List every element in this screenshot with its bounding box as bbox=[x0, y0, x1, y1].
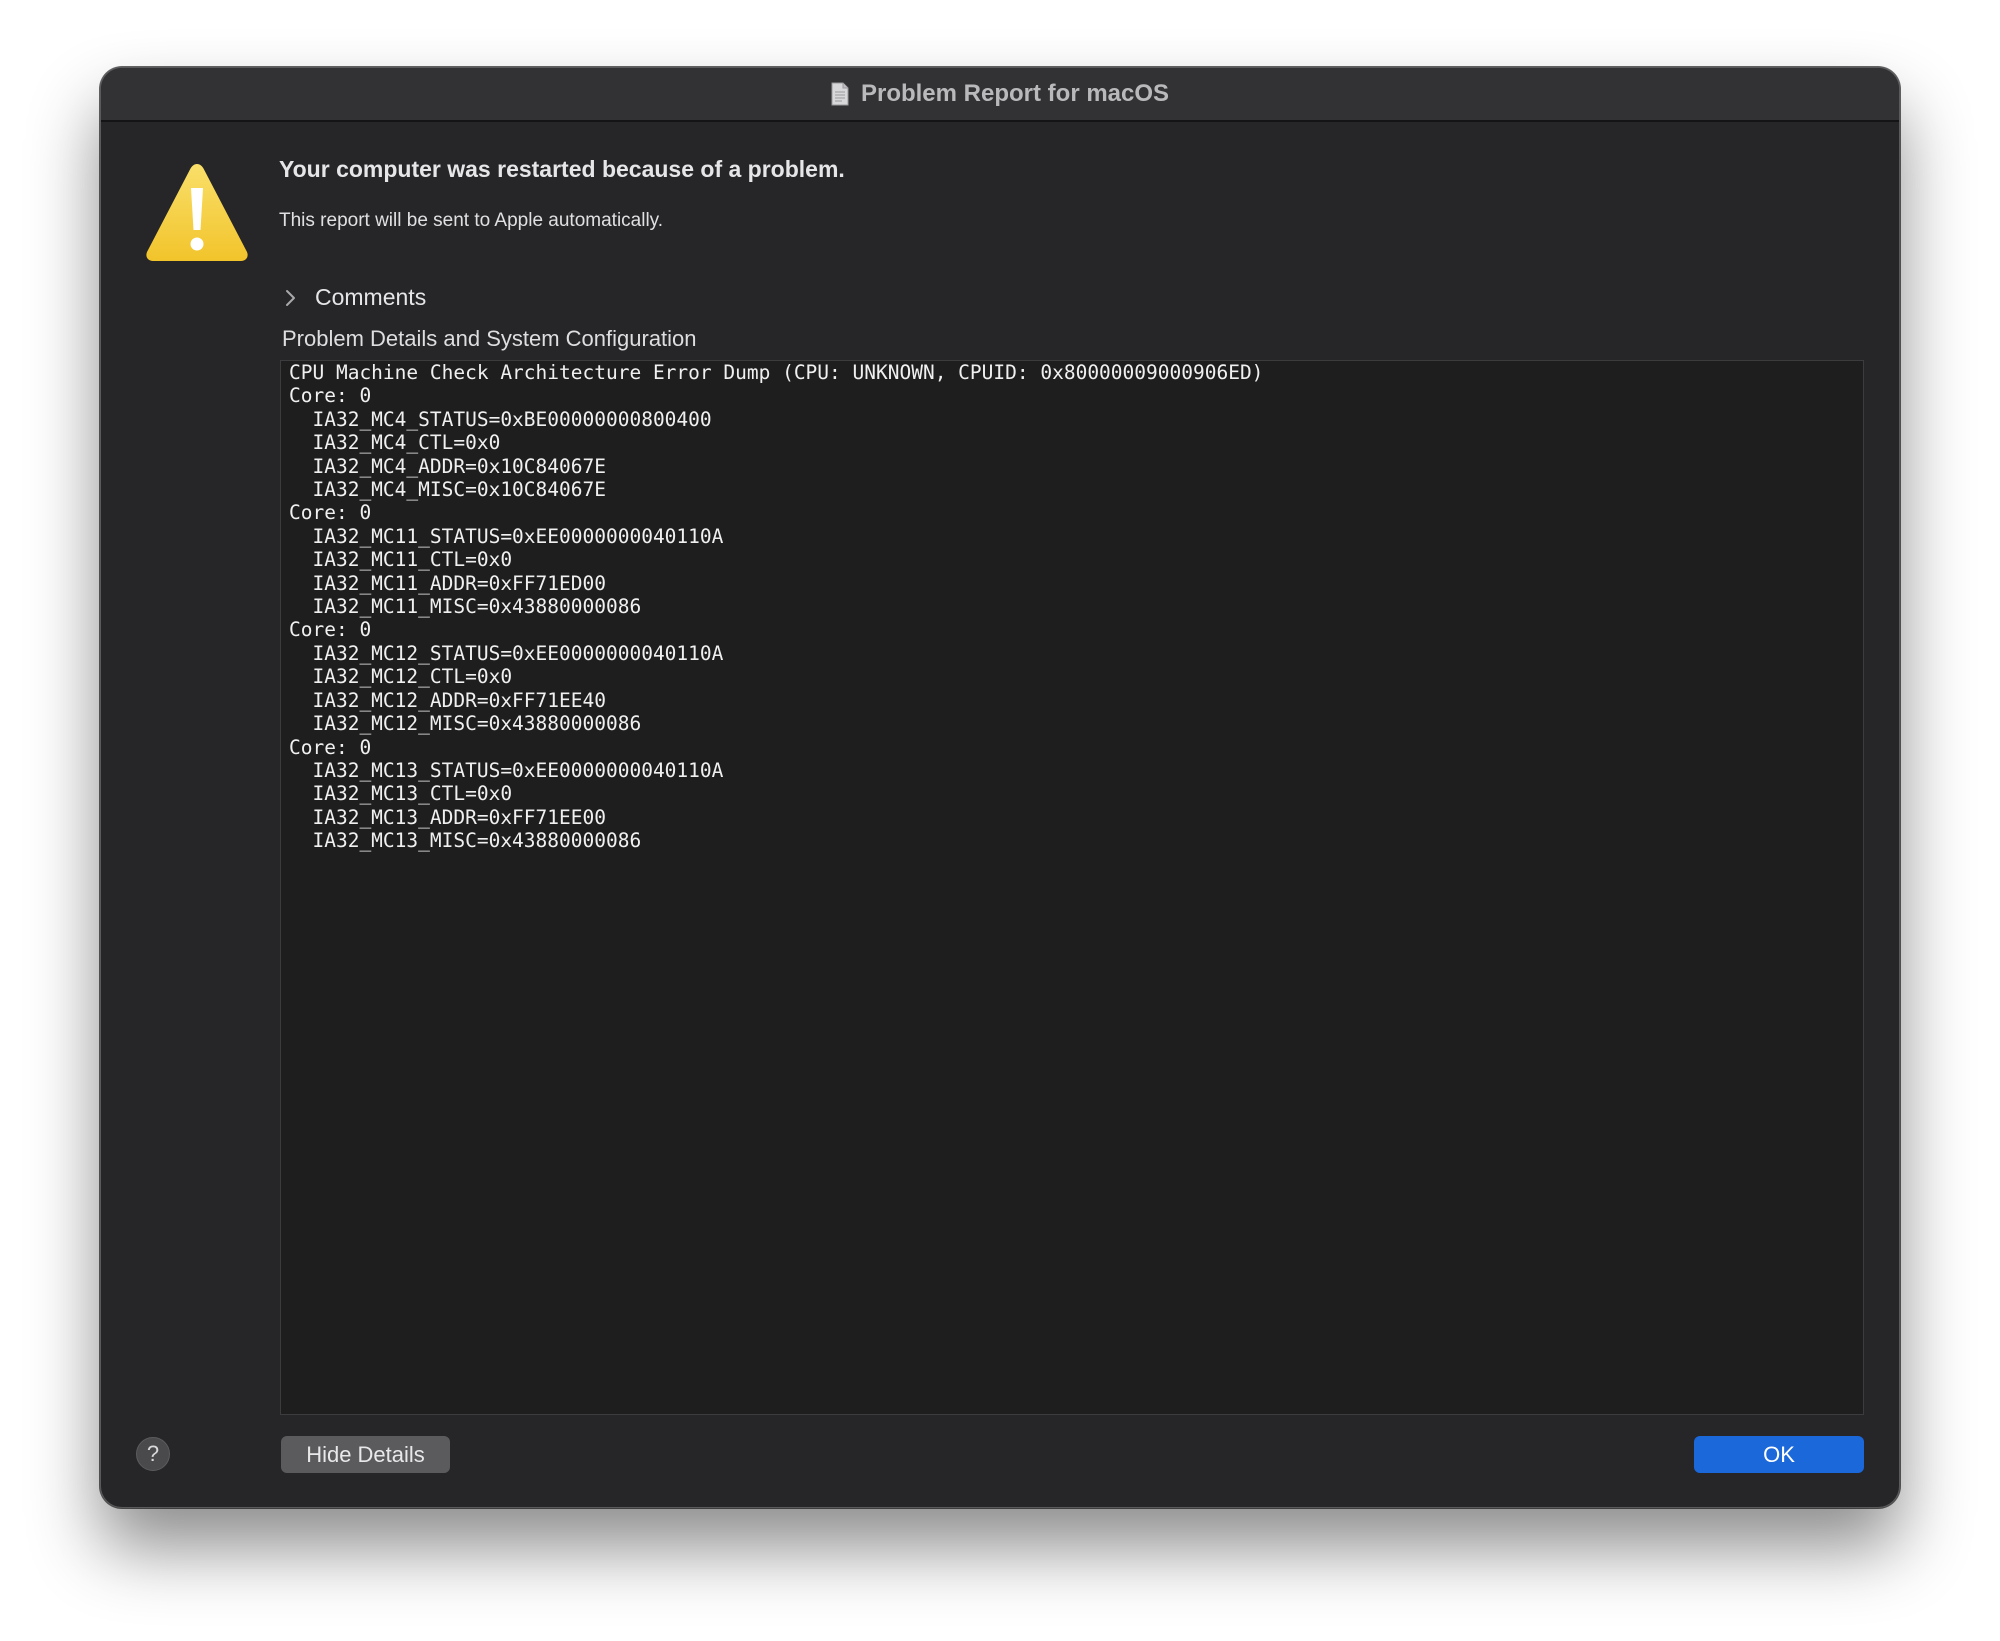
details-line: IA32_MC12_ADDR=0xFF71EE40 bbox=[289, 688, 606, 712]
details-line: IA32_MC11_STATUS=0xEE0000000040110A bbox=[289, 524, 724, 548]
details-line: IA32_MC4_MISC=0x10C84067E bbox=[289, 478, 606, 502]
problem-details-text: CPU Machine Check Architecture Error Dum… bbox=[289, 361, 1855, 853]
details-line: CPU Machine Check Architecture Error Dum… bbox=[289, 361, 1264, 384]
details-line: IA32_MC12_CTL=0x0 bbox=[289, 665, 513, 689]
problem-details-text-area[interactable]: CPU Machine Check Architecture Error Dum… bbox=[280, 360, 1864, 1415]
alert-headline: Your computer was restarted because of a… bbox=[279, 156, 845, 182]
alert-subtext: This report will be sent to Apple automa… bbox=[279, 210, 664, 231]
comments-label: Comments bbox=[315, 284, 427, 310]
comments-disclosure[interactable]: Comments bbox=[279, 284, 426, 311]
chevron-right-icon[interactable] bbox=[279, 287, 301, 309]
details-line: IA32_MC11_ADDR=0xFF71ED00 bbox=[289, 571, 606, 595]
details-line: IA32_MC11_MISC=0x43880000086 bbox=[289, 595, 642, 619]
hide-details-button[interactable]: Hide Details bbox=[281, 1436, 450, 1473]
details-line: IA32_MC11_CTL=0x0 bbox=[289, 548, 513, 572]
details-line: IA32_MC13_MISC=0x43880000086 bbox=[289, 829, 642, 853]
details-line: Core: 0 bbox=[289, 501, 372, 525]
warning-icon bbox=[143, 160, 251, 264]
details-line: Core: 0 bbox=[289, 618, 372, 642]
problem-report-window: Problem Report for macOS Your computer w… bbox=[100, 67, 1900, 1508]
title-bar[interactable]: Problem Report for macOS bbox=[101, 68, 1899, 122]
window-title: Problem Report for macOS bbox=[860, 80, 1170, 107]
help-button[interactable]: ? bbox=[136, 1437, 170, 1471]
details-section-label: Problem Details and System Configuration bbox=[282, 326, 697, 351]
document-icon bbox=[831, 82, 849, 106]
details-line: IA32_MC12_STATUS=0xEE0000000040110A bbox=[289, 641, 724, 665]
help-icon: ? bbox=[146, 1441, 160, 1466]
details-line: IA32_MC13_CTL=0x0 bbox=[289, 782, 513, 806]
details-line: IA32_MC4_CTL=0x0 bbox=[289, 431, 501, 455]
details-line: IA32_MC4_ADDR=0x10C84067E bbox=[289, 454, 606, 478]
details-line: Core: 0 bbox=[289, 384, 372, 408]
details-line: Core: 0 bbox=[289, 735, 372, 759]
details-line: IA32_MC4_STATUS=0xBE00000000800400 bbox=[289, 407, 712, 431]
ok-button[interactable]: OK bbox=[1694, 1436, 1864, 1473]
details-line: IA32_MC12_MISC=0x43880000086 bbox=[289, 712, 642, 736]
details-line: IA32_MC13_ADDR=0xFF71EE00 bbox=[289, 805, 606, 829]
details-line: IA32_MC13_STATUS=0xEE0000000040110A bbox=[289, 758, 724, 782]
